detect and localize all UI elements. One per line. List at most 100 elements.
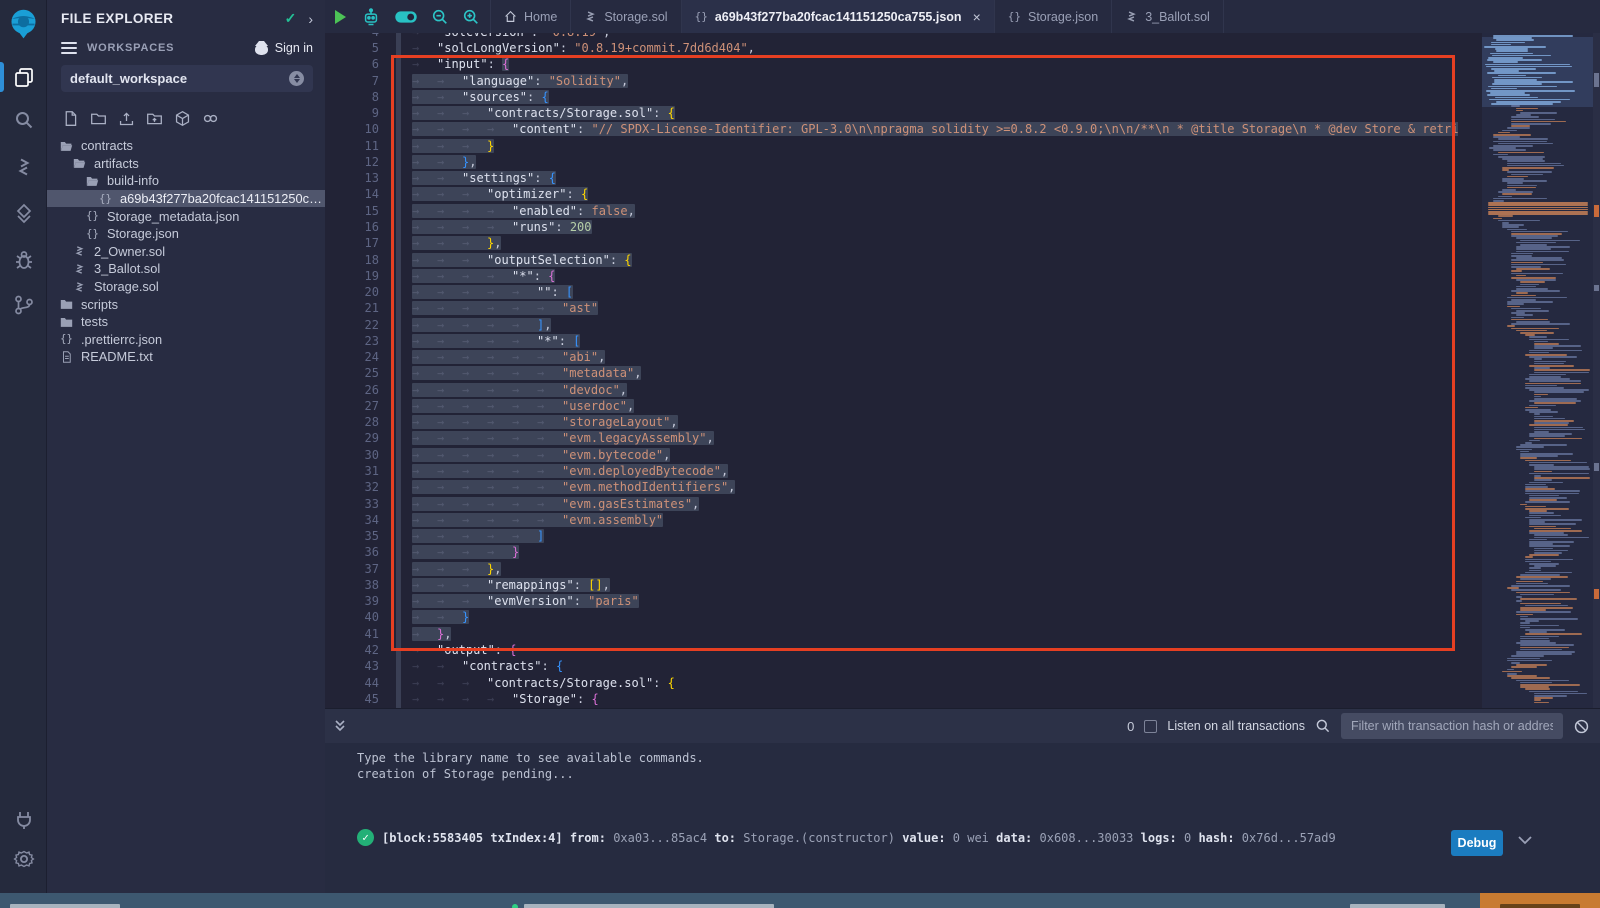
remix-logo-icon[interactable] xyxy=(5,6,42,43)
code-line-4[interactable]: 4→"solcVersion": "0.8.19", xyxy=(325,33,1458,40)
code-line-29[interactable]: 29→→→→→→"evm.legacyAssembly", xyxy=(325,430,1458,446)
expand-terminal-icon[interactable] xyxy=(333,718,347,734)
line-number: 16 xyxy=(333,219,379,235)
code-line-7[interactable]: 7→→"language": "Solidity", xyxy=(325,73,1458,89)
code-lines[interactable]: 4→"solcVersion": "0.8.19",5→"solcLongVer… xyxy=(325,33,1458,708)
code-line-24[interactable]: 24→→→→→→"abi", xyxy=(325,349,1458,365)
tree-item-tests[interactable]: tests xyxy=(47,313,325,331)
code-line-18[interactable]: 18→→→"outputSelection": { xyxy=(325,252,1458,268)
clear-console-icon[interactable] xyxy=(1573,718,1590,735)
terminal-output[interactable]: Type the library name to see available c… xyxy=(325,743,1600,894)
code-line-32[interactable]: 32→→→→→→"evm.methodIdentifiers", xyxy=(325,479,1458,495)
code-editor[interactable]: 4→"solcVersion": "0.8.19",5→"solcLongVer… xyxy=(325,33,1600,708)
debugger-icon[interactable] xyxy=(12,248,36,272)
plugin-manager-icon[interactable] xyxy=(12,808,36,832)
code-line-45[interactable]: 45→→→→"Storage": { xyxy=(325,691,1458,707)
code-line-20[interactable]: 20→→→→→"": [ xyxy=(325,284,1458,300)
code-line-31[interactable]: 31→→→→→→"evm.deployedBytecode", xyxy=(325,463,1458,479)
tx-filter-input[interactable] xyxy=(1341,713,1563,739)
code-line-30[interactable]: 30→→→→→→"evm.bytecode", xyxy=(325,447,1458,463)
tree-item--prettierrc-json[interactable]: {}.prettierrc.json xyxy=(47,331,325,349)
tree-item-label: .prettierrc.json xyxy=(81,332,162,347)
tab-storage-sol[interactable]: Storage.sol xyxy=(571,0,681,33)
git-icon[interactable] xyxy=(12,293,36,317)
upload-folder-icon[interactable] xyxy=(146,110,163,127)
tree-item-build-info[interactable]: build-info xyxy=(47,172,325,190)
workspace-select[interactable]: default_workspace xyxy=(61,65,313,92)
code-line-21[interactable]: 21→→→→→→"ast" xyxy=(325,300,1458,316)
code-line-41[interactable]: 41→}, xyxy=(325,626,1458,642)
code-line-10[interactable]: 10→→→→"content": "// SPDX-License-Identi… xyxy=(325,121,1458,137)
code-line-35[interactable]: 35→→→→→] xyxy=(325,528,1458,544)
tab-3-ballot-sol[interactable]: 3_Ballot.sol xyxy=(1112,0,1224,33)
deploy-run-icon[interactable] xyxy=(12,202,36,226)
search-icon[interactable] xyxy=(12,108,36,132)
code-line-19[interactable]: 19→→→→"*": { xyxy=(325,268,1458,284)
code-line-8[interactable]: 8→→"sources": { xyxy=(325,89,1458,105)
code-line-43[interactable]: 43→→"contracts": { xyxy=(325,658,1458,674)
code-line-16[interactable]: 16→→→→"runs": 200 xyxy=(325,219,1458,235)
code-line-9[interactable]: 9→→→"contracts/Storage.sol": { xyxy=(325,105,1458,121)
sol-icon xyxy=(72,263,87,275)
code-line-11[interactable]: 11→→→} xyxy=(325,138,1458,154)
tab-home[interactable]: Home xyxy=(490,0,571,33)
sign-in-button[interactable]: Sign in xyxy=(254,41,313,55)
tree-item-contracts[interactable]: contracts xyxy=(47,137,325,155)
tab-a69b43f277ba20fcac141151250ca755-json[interactable]: {}a69b43f277ba20fcac141151250ca755.json× xyxy=(682,0,995,33)
tree-item-3-ballot-sol[interactable]: 3_Ballot.sol xyxy=(47,260,325,278)
code-line-25[interactable]: 25→→→→→→"metadata", xyxy=(325,365,1458,381)
tx-expand-chevron-icon[interactable] xyxy=(1517,835,1533,847)
tree-item-readme-txt[interactable]: README.txt xyxy=(47,348,325,366)
code-line-38[interactable]: 38→→→"remappings": [], xyxy=(325,577,1458,593)
code-line-40[interactable]: 40→→} xyxy=(325,609,1458,625)
tab-storage-json[interactable]: {}Storage.json xyxy=(995,0,1112,33)
tree-item-storage-metadata-json[interactable]: {}Storage_metadata.json xyxy=(47,207,325,225)
zoom-out-icon[interactable] xyxy=(431,8,449,26)
zoom-in-icon[interactable] xyxy=(462,8,480,26)
ipfs-cube-icon[interactable] xyxy=(174,110,191,127)
code-line-14[interactable]: 14→→→"optimizer": { xyxy=(325,186,1458,202)
code-line-17[interactable]: 17→→→}, xyxy=(325,235,1458,251)
tree-item-storage-json[interactable]: {}Storage.json xyxy=(47,225,325,243)
code-line-13[interactable]: 13→→"settings": { xyxy=(325,170,1458,186)
link-icon[interactable] xyxy=(202,110,219,127)
code-line-22[interactable]: 22→→→→→], xyxy=(325,317,1458,333)
workspaces-menu-icon[interactable] xyxy=(61,42,77,54)
ai-toggle-icon[interactable] xyxy=(394,7,418,27)
settings-gear-icon[interactable] xyxy=(12,847,36,871)
code-line-42[interactable]: 42→"output": { xyxy=(325,642,1458,658)
code-line-26[interactable]: 26→→→→→→"devdoc", xyxy=(325,382,1458,398)
code-line-12[interactable]: 12→→}, xyxy=(325,154,1458,170)
tree-item-storage-sol[interactable]: Storage.sol xyxy=(47,278,325,296)
debug-button[interactable]: Debug xyxy=(1451,830,1503,856)
minimap[interactable] xyxy=(1482,33,1593,708)
transaction-row[interactable]: ✓ [block:5583405 txIndex:4] from: 0xa03.… xyxy=(357,829,1336,846)
listen-checkbox[interactable] xyxy=(1144,720,1157,733)
close-tab-icon[interactable]: × xyxy=(973,9,981,25)
code-line-39[interactable]: 39→→→"evmVersion": "paris" xyxy=(325,593,1458,609)
file-explorer-icon[interactable] xyxy=(12,65,36,89)
code-line-36[interactable]: 36→→→→} xyxy=(325,544,1458,560)
tree-item-a69b43f277ba20fcac141151250ca7-[interactable]: {}a69b43f277ba20fcac141151250ca7... xyxy=(47,190,325,208)
tree-item-artifacts[interactable]: artifacts xyxy=(47,155,325,173)
ai-assistant-robot-icon[interactable] xyxy=(361,7,381,27)
new-folder-icon[interactable] xyxy=(90,110,107,127)
code-line-5[interactable]: 5→"solcLongVersion": "0.8.19+commit.7dd6… xyxy=(325,40,1458,56)
tree-item-2-owner-sol[interactable]: 2_Owner.sol xyxy=(47,243,325,261)
code-line-37[interactable]: 37→→→}, xyxy=(325,561,1458,577)
tree-item-scripts[interactable]: scripts xyxy=(47,295,325,313)
code-line-27[interactable]: 27→→→→→→"userdoc", xyxy=(325,398,1458,414)
code-line-6[interactable]: 6→"input": { xyxy=(325,56,1458,72)
code-line-23[interactable]: 23→→→→→"*": [ xyxy=(325,333,1458,349)
code-line-28[interactable]: 28→→→→→→"storageLayout", xyxy=(325,414,1458,430)
code-line-44[interactable]: 44→→→"contracts/Storage.sol": { xyxy=(325,675,1458,691)
new-file-icon[interactable] xyxy=(62,110,79,127)
chevron-right-icon[interactable]: › xyxy=(308,11,313,27)
statusbar-alert-segment[interactable] xyxy=(1480,893,1600,908)
code-line-34[interactable]: 34→→→→→→"evm.assembly" xyxy=(325,512,1458,528)
code-line-33[interactable]: 33→→→→→→"evm.gasEstimates", xyxy=(325,496,1458,512)
solidity-compiler-icon[interactable] xyxy=(12,155,36,179)
upload-file-icon[interactable] xyxy=(118,110,135,127)
run-script-icon[interactable] xyxy=(333,9,348,25)
code-line-15[interactable]: 15→→→→"enabled": false, xyxy=(325,203,1458,219)
